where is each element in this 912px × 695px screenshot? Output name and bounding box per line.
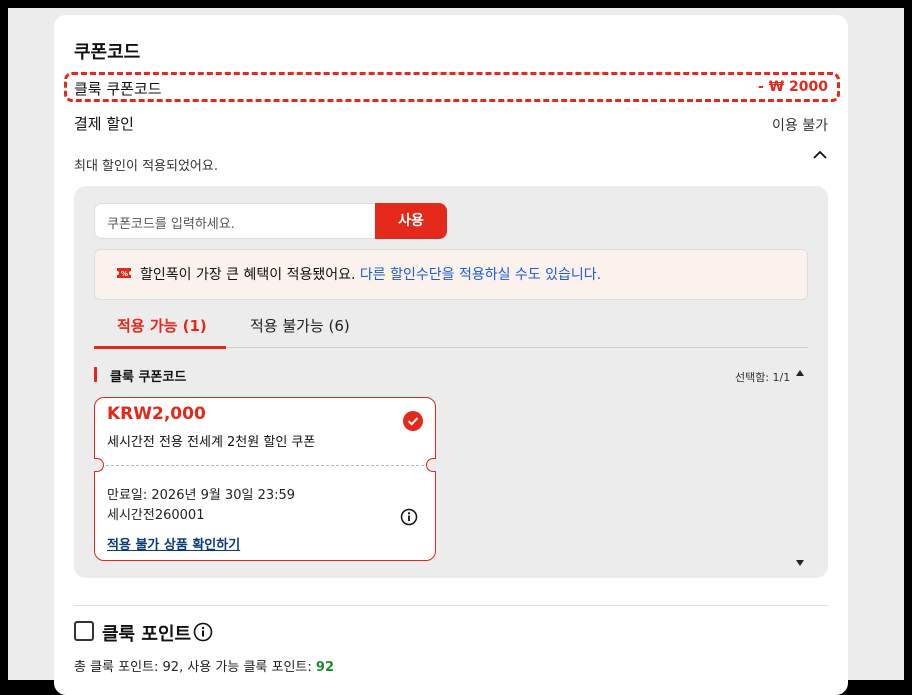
click-coupon-label: 클룩 쿠폰코드 — [74, 80, 162, 98]
scroll-down-icon[interactable] — [795, 559, 805, 567]
other-discount-link[interactable]: 다른 할인수단을 적용하실 수도 있습니다. — [360, 267, 601, 283]
points-info-text: 총 클룩 포인트: 92, 사용 가능 클룩 포인트: — [74, 660, 316, 675]
points-checkbox[interactable] — [74, 621, 94, 641]
notice-message: 할인폭이 가장 큰 혜택이 적용됐어요. — [140, 267, 356, 283]
points-info: 총 클룩 포인트: 92, 사용 가능 클룩 포인트: 92 — [74, 656, 334, 675]
svg-text:%: % — [121, 270, 128, 278]
coupon-divider — [106, 465, 424, 466]
coupon-ticket-icon: % — [117, 268, 131, 278]
highlight-box — [64, 72, 840, 102]
tab-unavailable[interactable]: 적용 불가능 (6) — [250, 315, 350, 336]
scroll-up-icon[interactable] — [795, 369, 805, 377]
info-icon[interactable] — [193, 622, 213, 642]
points-title: 클룩 포인트 — [102, 624, 192, 645]
coupon-code-title: 쿠폰코드 — [74, 42, 141, 63]
available-points: 92 — [315, 660, 334, 675]
unavailable-products-link[interactable]: 적용 불가 상품 확인하기 — [107, 534, 240, 553]
apply-coupon-button[interactable]: 사용 — [375, 203, 447, 239]
coupon-amount: KRW2,000 — [107, 404, 206, 424]
tab-available[interactable]: 적용 가능 (1) — [117, 315, 207, 336]
coupon-code-input[interactable]: 쿠폰코드를 입력하세요. — [94, 203, 376, 239]
payment-discount-label: 결제 할인 — [74, 115, 134, 133]
check-circle-icon[interactable] — [403, 411, 423, 431]
coupon-list-title: 클룩 쿠폰코드 — [110, 370, 187, 385]
coupon-expiry: 만료일: 2026년 9월 30일 23:59 — [107, 488, 296, 503]
section-marker — [94, 367, 97, 382]
click-coupon-discount: - ₩ 2000 — [758, 79, 828, 95]
section-divider — [74, 605, 828, 606]
notice-text: 할인폭이 가장 큰 혜택이 적용됐어요. 다른 할인수단을 적용하실 수도 있습… — [140, 264, 601, 284]
coupon-code: 세시간전260001 — [107, 508, 205, 523]
tab-active-indicator — [94, 346, 226, 349]
coupon-description: 세시간전 전용 전세계 2천원 할인 쿠폰 — [107, 435, 316, 450]
coupon-notch-right — [426, 458, 436, 472]
chevron-up-icon[interactable] — [812, 147, 828, 163]
selected-count: 선택함: 1/1 — [735, 371, 791, 384]
max-discount-note: 최대 할인이 적용되었어요. — [74, 159, 218, 174]
payment-discount-value: 이용 불가 — [772, 118, 828, 134]
info-icon[interactable] — [400, 508, 418, 526]
